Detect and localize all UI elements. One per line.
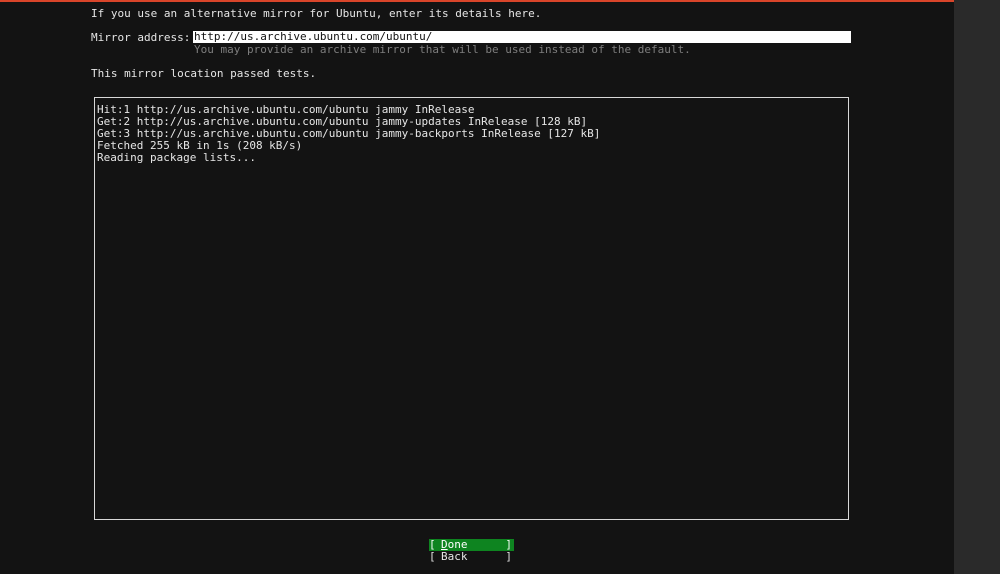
- log-line: Reading package lists...: [97, 151, 256, 164]
- back-button[interactable]: [ Back ]: [429, 551, 514, 563]
- intro-text: If you use an alternative mirror for Ubu…: [91, 7, 542, 20]
- window-side-strip: [954, 0, 1000, 574]
- mirror-address-label: Mirror address:: [91, 31, 191, 44]
- back-bracket-right: ]: [505, 550, 512, 563]
- mirror-test-status: This mirror location passed tests.: [91, 67, 317, 80]
- back-bracket-left: [: [429, 550, 436, 563]
- mirror-address-input[interactable]: http://us.archive.ubuntu.com/ubuntu/: [193, 31, 851, 43]
- top-accent-rule: [0, 0, 954, 2]
- apt-log-panel: Hit:1 http://us.archive.ubuntu.com/ubunt…: [94, 97, 849, 520]
- back-button-label: Back: [441, 550, 468, 563]
- apt-log-lines: Hit:1 http://us.archive.ubuntu.com/ubunt…: [97, 104, 600, 164]
- installer-screen: If you use an alternative mirror for Ubu…: [0, 0, 954, 574]
- mirror-address-hint: You may provide an archive mirror that w…: [194, 43, 691, 56]
